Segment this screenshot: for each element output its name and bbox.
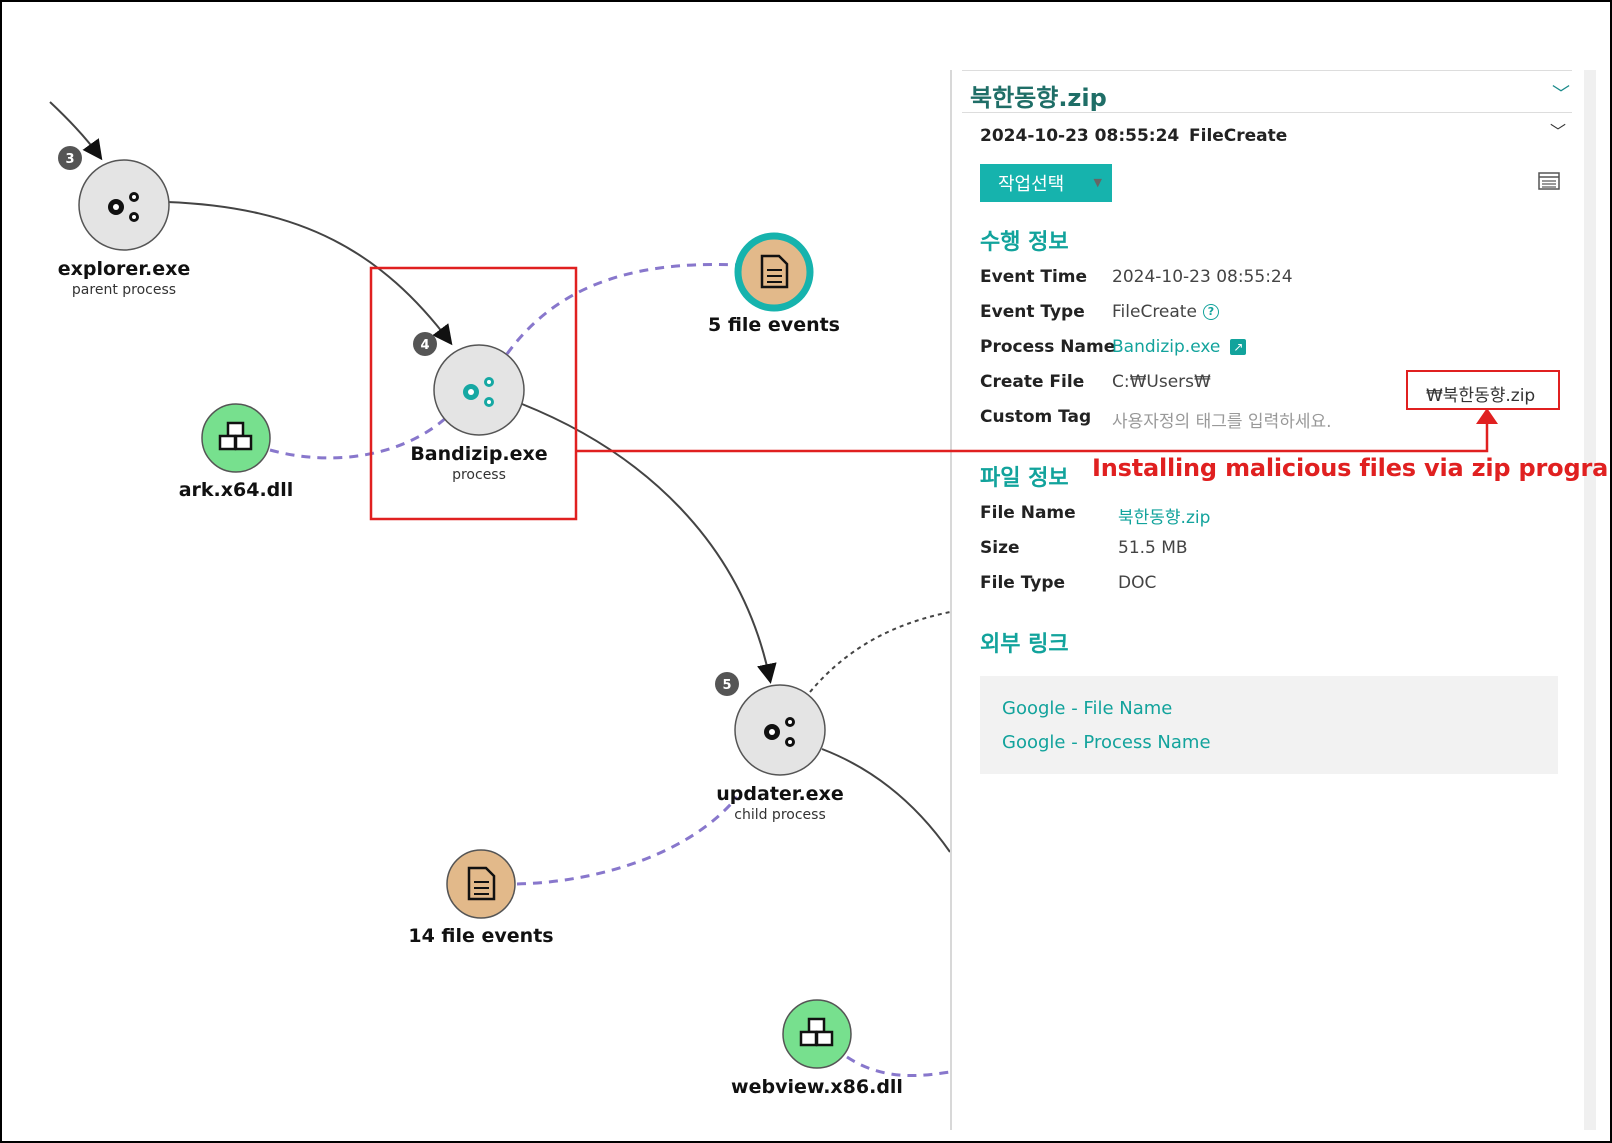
section-external-links: 외부 링크: [980, 632, 1069, 657]
help-icon[interactable]: ?: [1202, 304, 1219, 320]
node-webview-dll[interactable]: webview.x86.dll: [731, 999, 903, 1098]
node-sublabel: parent process: [72, 282, 176, 298]
size-label: Size: [980, 538, 1020, 558]
node-label: 14 file events: [408, 925, 553, 947]
size-value: 51.5 MB: [1118, 538, 1188, 558]
node-sublabel: child process: [734, 807, 826, 823]
process-name-value: Bandizip.exe ↗: [1112, 337, 1247, 357]
section-file-info: 파일 정보: [980, 466, 1069, 491]
panel-top-divider: [962, 70, 1572, 71]
custom-tag-label: Custom Tag: [980, 407, 1092, 427]
node-updater[interactable]: 5 updater.exe child process: [715, 672, 844, 823]
create-file-suffix: ₩북한동향.zip: [1426, 386, 1536, 406]
panel-title: 북한동향.zip: [970, 84, 1107, 112]
external-links-box: Google - File Name Google - Process Name: [980, 676, 1558, 774]
edge-bandizip-to-updater: [521, 403, 777, 684]
action-select-button[interactable]: 작업선택 ▼: [980, 164, 1112, 202]
create-file-label: Create File: [980, 372, 1085, 392]
process-name-link[interactable]: Bandizip.exe: [1112, 337, 1220, 357]
file-type-label: File Type: [980, 573, 1066, 593]
chevron-down-icon[interactable]: ﹀: [1552, 80, 1570, 106]
edge-bandizip-to-5-file-events: [505, 263, 738, 355]
event-type-label: Event Type: [980, 302, 1085, 322]
chevron-down-icon[interactable]: ﹀: [1550, 118, 1566, 142]
node-label: explorer.exe: [58, 258, 190, 280]
badge-label: 5: [722, 678, 731, 693]
file-type-value: DOC: [1118, 573, 1157, 593]
detail-panel: 북한동향.zip ﹀ 2024-10-23 08:55:24 FileCreat…: [950, 70, 1577, 1130]
node-label: Bandizip.exe: [410, 443, 547, 465]
event-type-value: FileCreate?: [1112, 302, 1219, 322]
node-label: 5 file events: [708, 314, 840, 336]
google-file-name-link[interactable]: Google - File Name: [1002, 698, 1172, 719]
process-name-label: Process Name: [980, 337, 1116, 357]
event-type-text: FileCreate: [1112, 302, 1197, 322]
node-explorer[interactable]: 3 explorer.exe parent process: [58, 146, 190, 298]
create-file-highlight: ₩북한동향.zip: [1406, 370, 1560, 410]
list-view-icon[interactable]: [1538, 172, 1560, 190]
action-select-label: 작업선택: [998, 174, 1065, 195]
node-sublabel: process: [452, 467, 506, 483]
file-name-label: File Name: [980, 503, 1076, 523]
badge-label: 3: [65, 152, 74, 167]
node-label: updater.exe: [716, 783, 843, 805]
section-exec-info: 수행 정보: [980, 230, 1069, 255]
edge-updater-to-14-file-events: [516, 796, 739, 886]
node-bandizip[interactable]: 4 Bandizip.exe process: [410, 332, 548, 483]
event-time-label: Event Time: [980, 267, 1088, 287]
panel-scrollbar[interactable]: [1584, 70, 1596, 1130]
badge-label: 4: [420, 338, 429, 353]
event-time-value: 2024-10-23 08:55:24: [1112, 267, 1293, 287]
edge-explorer-to-bandizip: [166, 201, 453, 346]
title-divider: [962, 112, 1572, 113]
node-label: webview.x86.dll: [731, 1076, 903, 1098]
edge-updater-dotted-offscreen: [809, 611, 951, 693]
node-label: ark.x64.dll: [179, 479, 294, 501]
edge-webview-to-offscreen: [846, 1055, 951, 1078]
custom-tag-input[interactable]: 사용자정의 태그를 입력하세요.: [1112, 407, 1332, 432]
annotation-text: Installing malicious files via zip progr…: [1092, 454, 1612, 482]
create-file-value: C:₩Users₩: [1112, 372, 1211, 392]
node-14-file-events[interactable]: 14 file events: [408, 849, 554, 947]
google-process-name-link[interactable]: Google - Process Name: [1002, 732, 1211, 753]
caret-down-icon: ▼: [1093, 176, 1102, 189]
file-name-link[interactable]: 북한동향.zip: [1118, 503, 1210, 528]
screenshot-frame: 3 explorer.exe parent process 4 Bandizip…: [0, 0, 1612, 1143]
external-link-icon[interactable]: ↗: [1230, 339, 1247, 355]
node-5-file-events[interactable]: 5 file events: [708, 232, 840, 336]
event-type-header: FileCreate: [1189, 126, 1288, 146]
event-time-header: 2024-10-23 08:55:24: [980, 126, 1180, 146]
